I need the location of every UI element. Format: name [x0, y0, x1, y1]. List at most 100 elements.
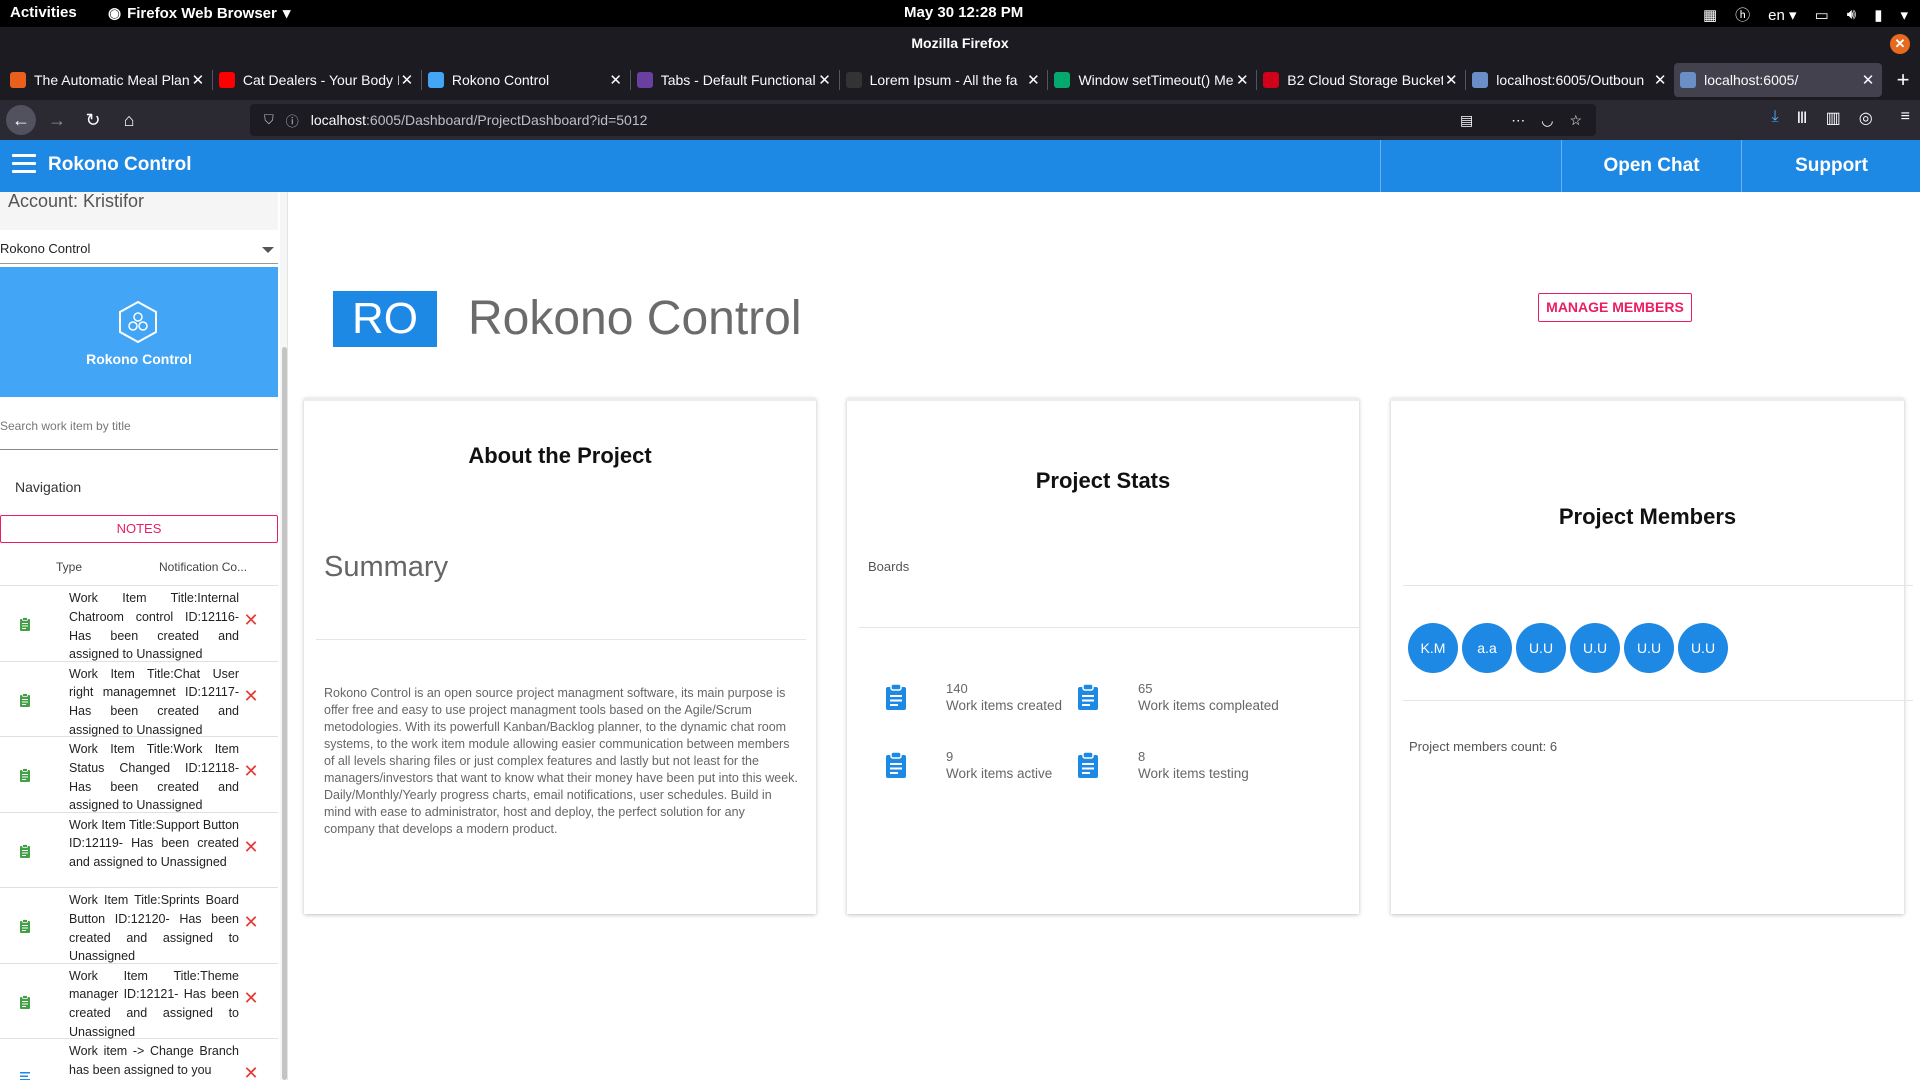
forward-button[interactable]: → — [42, 105, 72, 135]
new-tab-button[interactable]: + — [1886, 60, 1920, 100]
close-tab-icon[interactable]: ✕ — [399, 71, 415, 89]
browser-tab[interactable]: Window setTimeout() Me ✕ — [1048, 63, 1256, 97]
info-icon[interactable]: ⓘ — [286, 111, 299, 130]
support-button[interactable]: Support — [1741, 140, 1920, 192]
app-brand[interactable]: Rokono Control — [48, 154, 192, 176]
close-icon[interactable]: ✕ — [243, 838, 259, 856]
window-close-button[interactable]: ✕ — [1890, 34, 1910, 54]
close-tab-icon[interactable]: ✕ — [817, 71, 833, 89]
library-icon[interactable]: Ⅲ — [1797, 108, 1808, 128]
notification-row[interactable]: Work Item Title:Sprints Board Button ID:… — [0, 888, 278, 964]
back-button[interactable]: ← — [6, 105, 36, 135]
clipboard-icon — [886, 683, 906, 710]
notification-row[interactable]: Work Item Title:Internal Chatroom contro… — [0, 586, 278, 662]
app-header: Rokono Control Open Chat Support — [0, 140, 1920, 192]
display-icon[interactable]: ▭ — [1815, 6, 1829, 24]
sidebar-scrollbar-thumb[interactable] — [282, 347, 287, 1080]
url-bar[interactable]: ⛉ ⓘ localhost:6005/Dashboard/ProjectDash… — [250, 104, 1596, 136]
reload-button[interactable]: ↻ — [78, 105, 108, 135]
account-icon[interactable]: ◎ — [1859, 108, 1873, 128]
project-dashboard: RO Rokono Control MANAGE MEMBERS About t… — [304, 206, 1913, 966]
favicon-icon — [1472, 72, 1489, 88]
browser-tab[interactable]: Tabs - Default Functional ✕ — [631, 63, 839, 97]
browser-tab[interactable]: The Automatic Meal Plan ✕ — [4, 63, 212, 97]
download-icon[interactable]: ⤓ — [1771, 108, 1778, 128]
bookmark-star-icon[interactable]: ☆ — [1569, 112, 1582, 129]
hp-icon[interactable]: ⓗ — [1735, 4, 1750, 25]
summary-heading: Summary — [324, 551, 449, 583]
manage-members-button[interactable]: MANAGE MEMBERS — [1538, 293, 1692, 322]
column-header-content[interactable]: Notification Co... — [159, 560, 247, 574]
battery-icon[interactable]: ▮ — [1874, 6, 1882, 24]
browser-tab[interactable]: Lorem Ipsum - All the fa ✕ — [840, 63, 1048, 97]
open-chat-button[interactable]: Open Chat — [1561, 140, 1741, 192]
pocket-icon[interactable]: ◡ — [1541, 112, 1553, 129]
column-header-type[interactable]: Type — [56, 560, 82, 574]
grid-icon[interactable]: ▦ — [1703, 6, 1717, 24]
close-tab-icon[interactable]: ✕ — [190, 71, 206, 89]
notification-row[interactable]: Work Item Title:Chat User right managemn… — [0, 662, 278, 737]
project-select[interactable]: Rokono Control — [0, 234, 278, 264]
hamburger-menu-icon[interactable] — [12, 154, 36, 176]
close-icon[interactable]: ✕ — [243, 762, 259, 780]
avatar[interactable]: a.a — [1462, 623, 1512, 673]
project-initials-badge: RO — [333, 291, 437, 347]
notification-row[interactable]: Work Item Title:Theme manager ID:12121- … — [0, 964, 278, 1039]
home-button[interactable]: ⌂ — [114, 105, 144, 135]
boards-label[interactable]: Boards — [868, 559, 909, 574]
avatar[interactable]: U.U — [1516, 623, 1566, 673]
close-icon[interactable]: ✕ — [243, 989, 259, 1007]
app-menu-label: Firefox Web Browser — [127, 4, 277, 22]
browser-tab[interactable]: B2 Cloud Storage Bucket ✕ — [1257, 63, 1465, 97]
language-indicator[interactable]: en ▾ — [1768, 6, 1796, 24]
shield-icon[interactable]: ⛉ — [264, 112, 274, 128]
stat-value: 65 — [1138, 681, 1153, 696]
volume-icon[interactable]: 🔊︎ — [1847, 6, 1856, 23]
avatar[interactable]: K.M — [1408, 623, 1458, 673]
notification-row[interactable]: Work item -> Change Branch has been assi… — [0, 1039, 278, 1080]
browser-tab[interactable]: Rokono Control ✕ — [422, 63, 630, 97]
activities-button[interactable]: Activities — [10, 4, 77, 21]
stat-label: Work items active — [946, 766, 1053, 781]
close-icon[interactable]: ✕ — [243, 611, 259, 629]
notification-text: Work item -> Change Branch has been assi… — [69, 1044, 239, 1077]
tab-title: localhost:6005/ — [1704, 72, 1799, 88]
close-tab-icon[interactable]: ✕ — [1860, 71, 1876, 89]
system-tray[interactable]: ▦ ⓗ en ▾ ▭ 🔊︎ ▮ ▾ — [1703, 4, 1908, 25]
close-tab-icon[interactable]: ✕ — [1652, 71, 1668, 89]
browser-tab[interactable]: localhost:6005/ ✕ — [1674, 63, 1883, 97]
navigation-toolbar: ← → ↻ ⌂ ⛉ ⓘ localhost:6005/Dashboard/Pro… — [0, 100, 1920, 140]
browser-tab[interactable]: localhost:6005/Outboun ✕ — [1466, 63, 1674, 97]
close-icon[interactable]: ✕ — [243, 1064, 259, 1080]
chevron-down-icon[interactable]: ▾ — [1900, 6, 1908, 24]
sidebar: Account: Kristifor Rokono Control Rokono… — [0, 192, 288, 1080]
notification-row[interactable]: Work Item Title:Work Item Status Changed… — [0, 737, 278, 813]
notification-row[interactable]: Work Item Title:Support Button ID:12119-… — [0, 813, 278, 888]
browser-tab[interactable]: Cat Dealers - Your Body I ✕ — [213, 63, 421, 97]
reader-view-icon[interactable]: ▤ — [1460, 112, 1473, 129]
favicon-icon — [427, 72, 444, 88]
hamburger-menu-icon[interactable]: ≡ — [1901, 108, 1910, 128]
close-tab-icon[interactable]: ✕ — [1234, 71, 1250, 89]
close-tab-icon[interactable]: ✕ — [1443, 71, 1459, 89]
navigation-label[interactable]: Navigation — [15, 479, 81, 495]
close-tab-icon[interactable]: ✕ — [608, 71, 624, 89]
avatar[interactable]: U.U — [1624, 623, 1674, 673]
work-item-search-input[interactable]: Search work item by title — [0, 420, 278, 450]
close-icon[interactable]: ✕ — [243, 913, 259, 931]
clock[interactable]: May 30 12:28 PM — [904, 4, 1023, 21]
notes-button[interactable]: NOTES — [0, 515, 278, 543]
sidebar-toggle-icon[interactable]: ▥ — [1826, 108, 1841, 128]
clipboard-icon — [1078, 683, 1098, 710]
stat-item: 65 Work items compleated — [1076, 681, 1296, 721]
clipboard-icon — [20, 692, 30, 707]
project-card[interactable]: Rokono Control — [0, 267, 278, 397]
window-titlebar: Mozilla Firefox ✕ — [0, 27, 1920, 60]
avatar[interactable]: U.U — [1678, 623, 1728, 673]
close-icon[interactable]: ✕ — [243, 687, 259, 705]
more-actions-icon[interactable]: ⋯ — [1511, 112, 1525, 129]
app-menu[interactable]: ◉ Firefox Web Browser ▾ — [108, 4, 290, 23]
clipboard-icon — [20, 843, 30, 858]
close-tab-icon[interactable]: ✕ — [1025, 71, 1041, 89]
avatar[interactable]: U.U — [1570, 623, 1620, 673]
